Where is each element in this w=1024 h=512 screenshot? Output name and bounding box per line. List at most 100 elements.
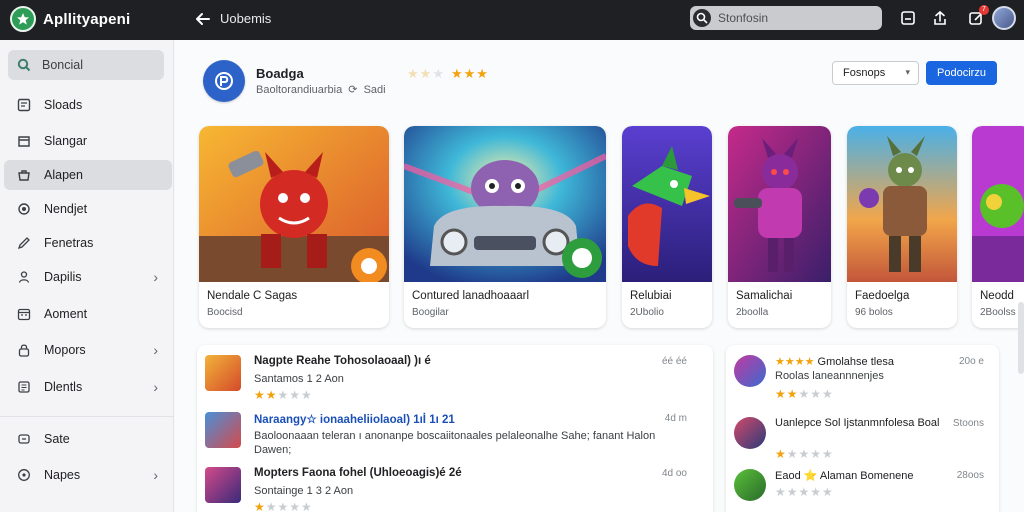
side-review-item[interactable]: Uanlepce Sol Ijstanmnfolesa Boal Stoons …: [734, 417, 992, 465]
reviewer-avatar: [734, 355, 766, 387]
sidebar-item-alapen[interactable]: Alapen: [4, 160, 172, 190]
sidebar-item-sloads[interactable]: Sloads: [4, 90, 172, 120]
sidebar-item-label: Alapen: [44, 168, 83, 182]
sidebar-item-label: Napes: [44, 468, 81, 482]
review-stars: ★★★★★: [254, 388, 313, 402]
sidebar-item-label: Aoment: [44, 307, 88, 321]
sidebar-item-label: Fenetras: [44, 236, 94, 250]
app-artwork: [404, 126, 606, 282]
sidebar-search[interactable]: Boncial: [8, 50, 164, 80]
search-bar[interactable]: [690, 6, 882, 30]
review-item[interactable]: Naraangy☆ ionaaheliiolaoal) 1ıİ 1ı 21 4d…: [205, 412, 697, 464]
app-card[interactable]: Neodd 2Boolss: [972, 126, 1024, 328]
tray-icon: [901, 11, 915, 25]
app-card-name: Samalichai: [736, 290, 793, 302]
side-reviews-panel: ★★★★ Gmolahse tlesa 20o e Roolas laneann…: [726, 345, 999, 512]
app-brand[interactable]: Apllityapeni: [10, 5, 130, 33]
review-item[interactable]: Mopters Faona fohel (Uhloeoagis)é 2é 4d …: [205, 467, 697, 512]
star-icon: ★: [450, 66, 464, 81]
chevron-right-icon: ›: [153, 379, 158, 395]
app-card-name: Faedoelga: [855, 290, 910, 302]
user-avatar[interactable]: [992, 6, 1016, 30]
review-time: 4d m: [664, 413, 687, 424]
sidebar-item-fenetras[interactable]: Fenetras: [4, 228, 172, 258]
side-review-time: 20o e: [958, 356, 984, 367]
sidebar-item-dapilis[interactable]: Dapilis ›: [4, 262, 172, 292]
publisher-subtitle: Baoltorandiuarbia ⟳ Sadi: [256, 83, 386, 96]
notification-badge: 7: [979, 5, 989, 15]
publisher-logo-icon: [215, 72, 233, 90]
side-review-time: Stoons: [952, 418, 984, 429]
sidebar-item-slangar[interactable]: Slangar: [4, 126, 172, 156]
app-card-meta: Boocisd: [207, 307, 243, 318]
app-card-meta: 2Boolss: [980, 307, 1016, 318]
review-item[interactable]: Nagpte Reahe Tohosolaoaal) )ı é éé éé Sa…: [205, 355, 697, 405]
sort-dropdown[interactable]: Fosnops ▾: [832, 61, 919, 85]
review-body: Santamos 1 2 Aon: [254, 373, 344, 385]
app-card[interactable]: Nendale C Sagas Boocisd: [199, 126, 389, 328]
star-icon: ★: [463, 66, 477, 81]
rating-stars: ★★★ ★★★: [407, 66, 489, 82]
reviewer-avatar: [205, 355, 241, 391]
app-card-name: Neodd: [980, 290, 1014, 302]
sync-icon: ⟳: [348, 84, 358, 96]
side-review-title: Uanlepce Sol Ijstanmnfolesa Boal: [775, 417, 940, 429]
sidebar-item-sate[interactable]: Sate: [4, 424, 172, 454]
upload-icon: [934, 10, 946, 25]
side-review-time: 28oos: [956, 470, 984, 481]
back-button[interactable]: [192, 8, 214, 30]
sidebar-item-label: Dapilis: [44, 270, 82, 284]
download-icon: [16, 97, 32, 113]
app-title: Apllityapeni: [43, 10, 131, 28]
app-card[interactable]: Samalichai 2boolla: [728, 126, 831, 328]
review-title: Naraangy☆ ionaaheliiolaoal) 1ıİ 1ı 21: [254, 414, 455, 426]
arrow-left-icon: [196, 13, 210, 25]
app-artwork: [972, 126, 1024, 282]
folder-icon: [16, 379, 32, 395]
circle-icon: [16, 201, 32, 217]
sidebar-item-nendjet[interactable]: Nendjet: [4, 194, 172, 224]
sidebar-search-label: Boncial: [42, 58, 83, 72]
side-review-item[interactable]: Eaod ⭐ Alaman Bomenene 28oos ★★★★★: [734, 469, 992, 512]
sidebar-item-label: Slangar: [44, 134, 88, 148]
sidebar-item-label: Dlentls: [44, 380, 83, 394]
app-card-meta: Boogilar: [412, 307, 449, 318]
primary-action-button[interactable]: Podocirzu: [926, 61, 997, 85]
side-review-item[interactable]: ★★★★ Gmolahse tlesa 20o e Roolas laneann…: [734, 355, 992, 403]
reviewer-avatar: [734, 417, 766, 449]
publisher-subtitle-suffix: Sadi: [363, 84, 386, 96]
star-faint-icon: ★: [419, 66, 433, 81]
sidebar-item-aoment[interactable]: Aoment: [4, 299, 172, 329]
sidebar-item-label: Nendjet: [44, 202, 88, 216]
review-time: éé éé: [661, 356, 687, 367]
edit-icon: [16, 235, 32, 251]
app-card[interactable]: Faedoelga 96 bolos: [847, 126, 957, 328]
app-card-name: Nendale C Sagas: [207, 290, 298, 302]
sidebar-item-dlentls[interactable]: Dlentls ›: [4, 372, 172, 402]
sort-dropdown-label: Fosnops: [843, 67, 886, 79]
chevron-right-icon: ›: [153, 269, 158, 285]
sidebar: Boncial Sloads Slangar Alapen Nendjet Fe…: [0, 40, 174, 512]
star-faint-icon: ★: [407, 66, 420, 81]
review-stars: ★★★★★: [254, 500, 313, 512]
sidebar-item-napes[interactable]: Napes ›: [4, 460, 172, 490]
sidebar-item-mopors[interactable]: Mopors ›: [4, 335, 172, 365]
review-body: Baoloonaaan teleran ı anonanpe boscaiito…: [254, 430, 656, 456]
star-empty-icon: ★: [432, 66, 445, 81]
search-input[interactable]: [718, 10, 873, 26]
notifications-button[interactable]: 7: [966, 5, 989, 28]
carousel-scroll-handle[interactable]: [1018, 302, 1024, 374]
chevron-right-icon: ›: [153, 342, 158, 358]
page-title: Uobemis: [220, 11, 272, 26]
review-title: Nagpte Reahe Tohosolaoaal) )ı é: [254, 355, 431, 367]
review-body: Sontainge 1 3 2 Aon: [254, 485, 354, 497]
downloads-button[interactable]: [898, 8, 918, 28]
share-button[interactable]: [930, 8, 950, 28]
publisher-subtitle-text: Baoltorandiuarbia: [256, 84, 343, 96]
main-content: Boadga Baoltorandiuarbia ⟳ Sadi ★★★ ★★★ F…: [175, 40, 1024, 512]
top-bar: Apllityapeni Uobemis 7: [0, 0, 1024, 40]
review-stars: ★★★★★: [775, 447, 834, 461]
review-title: Mopters Faona fohel (Uhloeoagis)é 2é: [254, 467, 462, 479]
app-card[interactable]: Contured lanadhoaaarl Boogilar: [404, 126, 606, 328]
app-card[interactable]: Relubiai 2Ubolio: [622, 126, 712, 328]
